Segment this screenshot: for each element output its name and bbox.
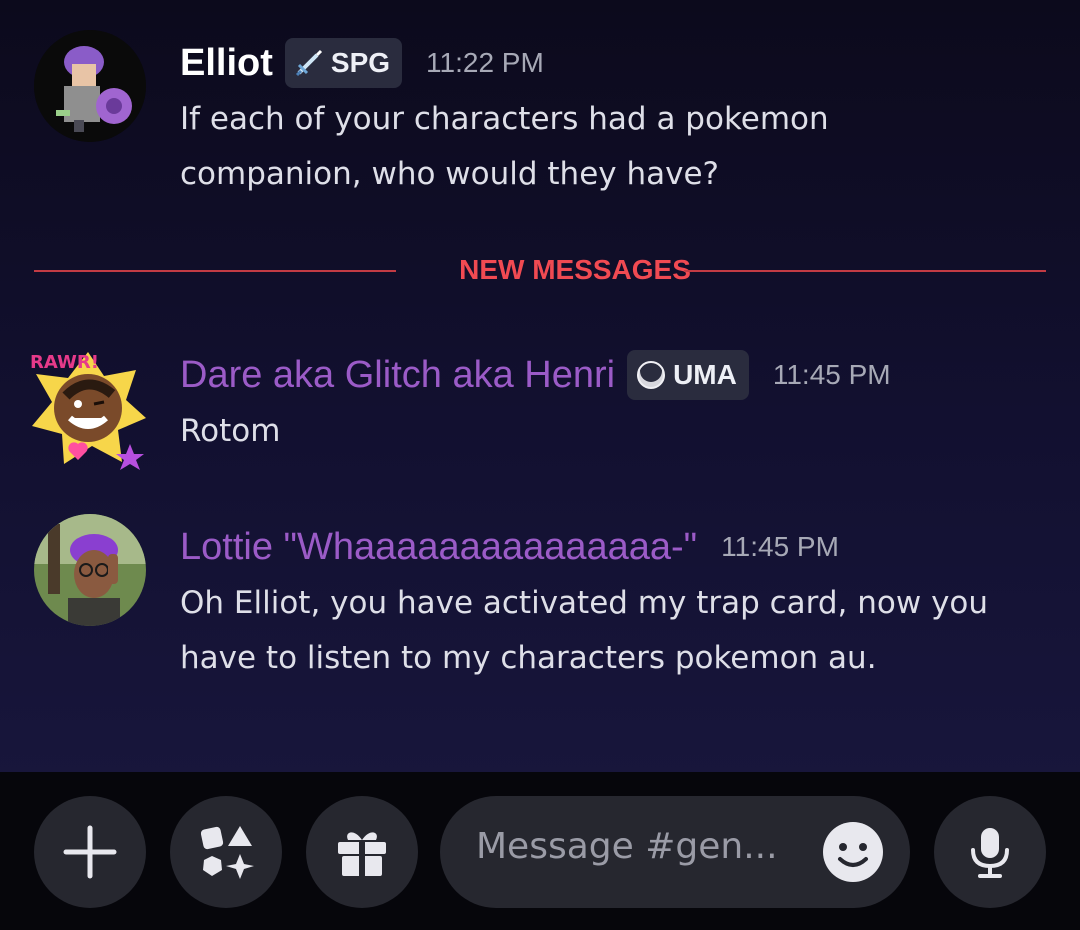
message-content: Rotom (180, 404, 1060, 459)
new-messages-divider: NEW MESSAGES (34, 254, 1046, 288)
gift-button[interactable] (306, 796, 418, 908)
gift-icon (332, 822, 392, 882)
server-tag-label: SPG (330, 47, 391, 78)
server-tag-label: UMA (673, 359, 737, 390)
message-content: Oh Elliot, you have activated my trap ca… (180, 576, 1060, 686)
emoji-icon (822, 821, 884, 883)
microphone-icon (960, 822, 1020, 882)
add-attachment-button[interactable] (34, 796, 146, 908)
message-input[interactable]: Message #gen... (440, 796, 910, 908)
author-name[interactable]: Dare aka Glitch aka Henri (180, 354, 615, 397)
message-line: If each of your characters had a pokemon (180, 101, 829, 137)
author-name[interactable]: Lottie "Whaaaaaaaaaaaaaaa-" (180, 526, 697, 569)
apps-button[interactable] (170, 796, 282, 908)
sword-icon (293, 47, 325, 79)
server-tag[interactable]: SPG (284, 38, 403, 88)
voice-message-button[interactable] (934, 796, 1046, 908)
svg-text:RAWR!: RAWR! (30, 352, 99, 373)
message-line: have to listen to my characters pokemon … (180, 640, 877, 676)
message-line: Rotom (180, 413, 281, 449)
message-input-placeholder: Message #gen... (476, 826, 778, 867)
divider-line-right (684, 270, 1046, 272)
message-line: companion, who would they have? (180, 156, 719, 192)
server-tag[interactable]: UMA (627, 350, 749, 400)
author-name[interactable]: Elliot (180, 42, 273, 85)
message-content: If each of your characters had a pokemon… (180, 92, 1060, 202)
emoji-button[interactable] (822, 821, 884, 883)
message-header: Elliot SPG 11:22 PM (180, 38, 544, 88)
message-header: Dare aka Glitch aka Henri UMA 11:45 PM (180, 350, 891, 400)
new-messages-label: NEW MESSAGES (459, 254, 691, 285)
avatar-dare[interactable]: RAWR! (26, 346, 150, 470)
timestamp: 11:45 PM (721, 531, 839, 562)
timestamp: 11:45 PM (772, 359, 891, 390)
avatar-lottie[interactable] (34, 514, 146, 626)
timestamp: 11:22 PM (426, 47, 544, 78)
plus-icon (60, 822, 120, 882)
divider-line-left (34, 270, 396, 272)
message-line: Oh Elliot, you have activated my trap ca… (180, 585, 989, 621)
apps-icon (196, 822, 256, 882)
moon-icon (635, 359, 667, 391)
message-header: Lottie "Whaaaaaaaaaaaaaaa-" 11:45 PM (180, 522, 839, 572)
avatar-elliot[interactable] (34, 30, 146, 142)
